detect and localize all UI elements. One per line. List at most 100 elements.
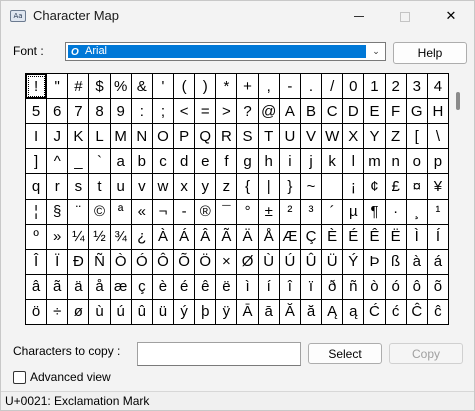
char-cell[interactable]: í <box>258 274 280 300</box>
char-cell[interactable]: Ö <box>195 249 217 275</box>
char-cell[interactable]: i <box>279 149 301 175</box>
font-dropdown[interactable]: O Arial ⌄ <box>65 42 386 61</box>
char-cell[interactable]: \ <box>427 124 449 150</box>
char-cell[interactable]: ! <box>26 74 48 100</box>
char-cell[interactable]: , <box>258 74 280 100</box>
char-cell[interactable]: J <box>47 124 69 150</box>
char-cell[interactable]: ÿ <box>216 299 238 325</box>
char-cell[interactable]: g <box>237 149 259 175</box>
advanced-view-checkbox[interactable] <box>13 370 26 384</box>
char-cell[interactable]: é <box>174 274 196 300</box>
help-button[interactable]: Help <box>393 42 467 64</box>
char-cell[interactable]: ³ <box>300 199 323 225</box>
char-cell[interactable]: > <box>216 99 238 125</box>
char-cell[interactable]: ` <box>89 149 111 175</box>
char-cell[interactable]: ¾ <box>110 224 132 250</box>
char-cell[interactable]: ó <box>385 274 407 300</box>
char-cell[interactable]: Ä <box>237 224 259 250</box>
char-cell[interactable]: « <box>131 199 153 225</box>
char-cell[interactable]: r <box>47 174 69 200</box>
char-cell[interactable]: ¢ <box>364 174 386 200</box>
title-bar[interactable]: Aa Character Map ✕ <box>1 1 474 32</box>
char-cell[interactable]: ú <box>110 299 132 325</box>
char-cell[interactable]: # <box>68 74 90 100</box>
char-cell[interactable]: î <box>279 274 301 300</box>
char-cell[interactable]: z <box>216 174 238 200</box>
char-cell[interactable]: Ý <box>343 249 365 275</box>
char-cell[interactable]: Ñ <box>89 249 111 275</box>
char-cell[interactable]: q <box>26 174 48 200</box>
char-cell[interactable]: â <box>26 274 48 300</box>
char-cell[interactable]: à <box>406 249 428 275</box>
char-cell[interactable]: _ <box>68 149 90 175</box>
char-cell[interactable]: Ø <box>237 249 259 275</box>
char-cell[interactable]: Ù <box>258 249 280 275</box>
char-cell[interactable]: ¯ <box>216 199 238 225</box>
char-cell[interactable]: H <box>427 99 449 125</box>
char-cell[interactable]: | <box>258 174 280 200</box>
char-cell[interactable]: p <box>427 149 449 175</box>
char-cell[interactable]: ¥ <box>427 174 449 200</box>
char-cell[interactable]: } <box>279 174 301 200</box>
char-cell[interactable]: I <box>26 124 48 150</box>
char-cell[interactable]: ă <box>300 299 323 325</box>
char-cell[interactable]: / <box>322 74 344 100</box>
char-cell[interactable]: µ <box>343 199 365 225</box>
char-cell[interactable]: ¦ <box>26 199 48 225</box>
char-cell[interactable]: ñ <box>343 274 365 300</box>
char-cell[interactable]: t <box>89 174 111 200</box>
char-cell[interactable]: y <box>195 174 217 200</box>
char-cell[interactable]: 6 <box>47 99 69 125</box>
char-cell[interactable]: Ï <box>47 249 69 275</box>
char-cell[interactable]: 9 <box>110 99 132 125</box>
char-cell[interactable]: W <box>322 124 344 150</box>
select-button[interactable]: Select <box>308 343 382 364</box>
char-cell[interactable]: 3 <box>406 74 428 100</box>
char-cell[interactable]: O <box>152 124 175 150</box>
char-cell[interactable]: ^ <box>47 149 69 175</box>
char-cell[interactable]: Á <box>174 224 196 250</box>
char-cell[interactable]: d <box>174 149 196 175</box>
characters-to-copy-input[interactable] <box>137 342 301 366</box>
char-cell[interactable]: m <box>364 149 386 175</box>
char-cell[interactable]: ± <box>258 199 280 225</box>
char-cell[interactable]: ® <box>195 199 217 225</box>
char-cell[interactable]: ê <box>195 274 217 300</box>
char-cell[interactable]: ~ <box>300 174 323 200</box>
char-cell[interactable]: ½ <box>89 224 111 250</box>
char-cell[interactable]: Q <box>195 124 217 150</box>
char-cell[interactable]: Ú <box>279 249 301 275</box>
char-cell[interactable]: Ð <box>68 249 90 275</box>
char-cell[interactable]: ¼ <box>68 224 90 250</box>
char-cell[interactable]: Û <box>300 249 323 275</box>
chevron-down-icon[interactable]: ⌄ <box>369 44 383 59</box>
char-cell[interactable]: n <box>385 149 407 175</box>
char-cell[interactable]: ÷ <box>47 299 69 325</box>
char-cell[interactable]: 4 <box>427 74 449 100</box>
char-cell[interactable]: A <box>279 99 301 125</box>
char-cell[interactable]: ü <box>152 299 175 325</box>
char-cell[interactable]: · <box>385 199 407 225</box>
char-cell[interactable]: G <box>406 99 428 125</box>
char-cell[interactable]: ¨ <box>68 199 90 225</box>
char-cell[interactable]: T <box>258 124 280 150</box>
scrollbar-thumb[interactable] <box>456 92 460 110</box>
char-cell[interactable]: á <box>427 249 449 275</box>
char-cell[interactable] <box>322 174 344 200</box>
char-cell[interactable]: Ă <box>279 299 301 325</box>
char-cell[interactable]: ß <box>385 249 407 275</box>
char-cell[interactable]: Ã <box>216 224 238 250</box>
char-cell[interactable]: c <box>152 149 175 175</box>
advanced-view-option[interactable]: Advanced view <box>13 370 111 384</box>
char-cell[interactable]: v <box>131 174 153 200</box>
char-cell[interactable]: ¤ <box>406 174 428 200</box>
char-cell[interactable]: ò <box>364 274 386 300</box>
char-cell[interactable]: É <box>343 224 365 250</box>
char-cell[interactable]: ć <box>385 299 407 325</box>
char-cell[interactable]: 8 <box>89 99 111 125</box>
char-cell[interactable]: © <box>89 199 111 225</box>
char-cell[interactable]: U <box>279 124 301 150</box>
char-cell[interactable]: M <box>110 124 132 150</box>
char-cell[interactable]: è <box>152 274 175 300</box>
char-cell[interactable]: ° <box>237 199 259 225</box>
